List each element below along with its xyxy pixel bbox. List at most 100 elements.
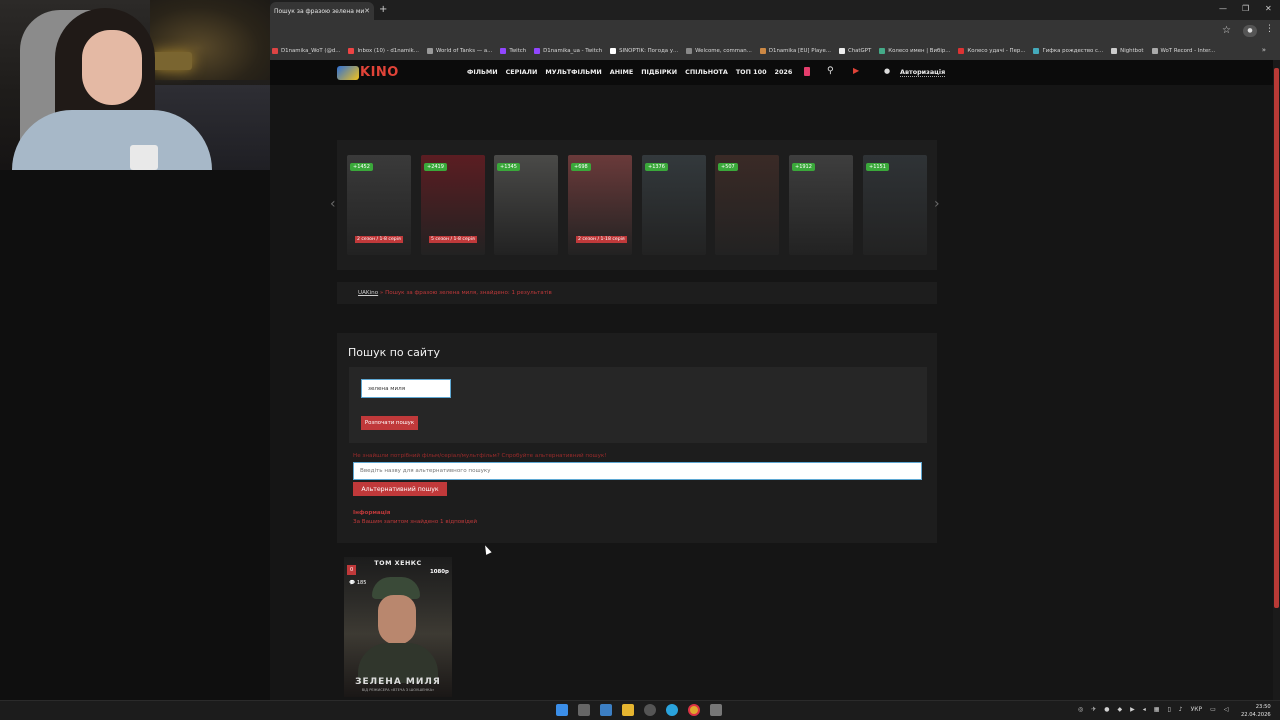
bookmark-item[interactable]: ChatGPT [838, 48, 871, 54]
bookmark-favicon-icon [1111, 48, 1118, 54]
comment-icon: 💬 [349, 580, 356, 586]
bookmark-item[interactable]: D1namika_WoT (@d... [272, 48, 340, 54]
game-app-icon[interactable] [710, 704, 722, 716]
tray-app-icon[interactable]: ◎ [1078, 706, 1083, 713]
nav-item-2026[interactable]: 2026 [775, 68, 793, 76]
widgets-icon[interactable] [600, 704, 612, 716]
bookmark-favicon-icon [534, 48, 541, 54]
search-input[interactable] [361, 379, 451, 398]
bookmark-item[interactable]: D1namika [EU] Playe... [759, 48, 831, 54]
tray-app-icon[interactable]: ● [1104, 706, 1109, 713]
nav-item-community[interactable]: СПІЛЬНОТА [685, 68, 728, 76]
tab-close-icon[interactable]: ✕ [364, 7, 370, 15]
poster-count-badge: +2419 [424, 163, 447, 171]
usb-icon[interactable]: ▯ [1167, 706, 1170, 713]
slider-poster[interactable]: +2419 5 сезон / 1-8 серія [421, 155, 485, 255]
start-icon[interactable] [556, 704, 568, 716]
site-logo[interactable]: KINO [337, 65, 399, 80]
tray-app-icon[interactable]: ◆ [1118, 706, 1123, 713]
poster-actor: ТОМ ХЕНКС [374, 559, 422, 567]
comments-count: 💬 185 [349, 580, 367, 586]
poster-episode-badge: 2 сезон / 1-18 серія [576, 236, 627, 243]
poster-episode-badge: 2 сезон / 1-8 серія [355, 236, 403, 243]
bookmark-item[interactable]: Колесо удачі - Пер... [958, 48, 1025, 54]
slider-poster[interactable]: +1376 [642, 155, 706, 255]
volume-icon[interactable]: ◁ [1224, 706, 1229, 713]
page-scrollbar[interactable] [1273, 60, 1280, 700]
user-icon: ● [884, 67, 891, 75]
browser-menu-icon[interactable]: ⋮ [1265, 24, 1274, 34]
bookmark-favicon-icon [1151, 48, 1158, 54]
slider-next-icon[interactable]: › [934, 196, 940, 212]
task-view-icon[interactable] [578, 704, 590, 716]
telegram-icon[interactable] [666, 704, 678, 716]
bookmark-favicon-icon [838, 48, 845, 54]
bookmark-item[interactable]: WoT Record - Inter... [1151, 48, 1215, 54]
bookmark-favicon-icon [958, 48, 965, 54]
alt-search-button[interactable]: Альтернативний пошук [353, 482, 447, 496]
slider-poster[interactable]: +507 [715, 155, 779, 255]
profile-avatar[interactable]: ● [1243, 25, 1257, 37]
slider-poster[interactable]: +1345 [494, 155, 558, 255]
minimize-icon[interactable]: — [1219, 4, 1227, 13]
bookmark-item[interactable]: Inbox (10) - d1namik... [348, 48, 419, 54]
slider-poster[interactable]: +1452 2 сезон / 1-8 серія [347, 155, 411, 255]
system-tray: ◎ ✈ ● ◆ ▶ ◂ ▦ ▯ ♪ УКР ▭ ◁ [1078, 706, 1236, 713]
nav-item-top100[interactable]: ТОП 100 [736, 68, 767, 76]
bookmark-item[interactable]: Колесо имен | Вибір... [879, 48, 950, 54]
steam-icon[interactable] [644, 704, 656, 716]
bookmark-item[interactable]: Twitch [500, 48, 526, 54]
address-bar[interactable]: ☆ ● ⋮ [270, 20, 1280, 42]
bookmarks-overflow-icon[interactable]: » [1262, 46, 1266, 54]
gift-icon[interactable] [804, 67, 810, 76]
tray-app-icon[interactable]: ▦ [1154, 706, 1160, 713]
network-icon[interactable]: ▭ [1210, 706, 1216, 713]
bookmark-favicon-icon [426, 48, 433, 54]
slider-poster[interactable]: +1912 [789, 155, 853, 255]
breadcrumb-home-link[interactable]: UAKino [358, 290, 378, 296]
tab-title: Пошук за фразою зелена миля [274, 7, 365, 15]
browser-titlebar [270, 0, 1280, 20]
slider-prev-icon[interactable]: ‹ [330, 196, 336, 212]
slider-poster[interactable]: +1151 [863, 155, 927, 255]
login-link[interactable]: Авторизація [900, 68, 946, 77]
file-explorer-icon[interactable] [622, 704, 634, 716]
info-text: За Вашим запитом знайдено 1 відповідей [353, 519, 477, 525]
alt-search-input[interactable] [353, 462, 922, 480]
maximize-icon[interactable]: ❐ [1242, 4, 1249, 13]
bookmark-favicon-icon [348, 48, 355, 54]
mic-icon[interactable]: ♪ [1179, 706, 1183, 713]
bookmark-item[interactable]: Welcome, comman... [686, 48, 752, 54]
browser-tab-active[interactable]: Пошук за фразою зелена миля ✕ [270, 2, 374, 20]
nav-item-anime[interactable]: АНІМЕ [610, 68, 633, 76]
tray-play-icon[interactable]: ▶ [1130, 706, 1135, 713]
window-close-icon[interactable]: ✕ [1265, 4, 1272, 13]
start-search-button[interactable]: Розпочати пошук [361, 416, 418, 430]
nav-item-cartoons[interactable]: МУЛЬТФІЛЬМИ [545, 68, 601, 76]
tray-telegram-icon[interactable]: ✈ [1091, 706, 1096, 713]
keyboard-layout[interactable]: УКР [1191, 706, 1203, 713]
scrollbar-thumb[interactable] [1274, 68, 1279, 608]
nav-item-series[interactable]: СЕРІАЛИ [506, 68, 538, 76]
result-poster[interactable]: ТОМ ХЕНКС 1080p 0 💬 185 ЗЕЛЕНА МИЛЯ ВІД … [344, 557, 452, 697]
bookmark-item[interactable]: D1namika_ua - Twitch [534, 48, 602, 54]
bookmark-item[interactable]: Nightbot [1111, 48, 1144, 54]
site-navbar: KINO ФІЛЬМИ СЕРІАЛИ МУЛЬТФІЛЬМИ АНІМЕ ПІ… [270, 60, 1273, 85]
clock[interactable]: 23:50 22.04.2026 [1241, 703, 1271, 719]
nav-item-films[interactable]: ФІЛЬМИ [467, 68, 498, 76]
nav-item-collections[interactable]: ПІДБІРКИ [641, 68, 677, 76]
webcam-person-face [82, 30, 142, 105]
play-icon[interactable]: ▶ [853, 66, 859, 75]
poster-slider: ‹ › +1452 2 сезон / 1-8 серія +2419 5 се… [330, 140, 940, 270]
search-icon[interactable]: ⚲ [827, 66, 834, 76]
new-tab-button[interactable]: + [379, 4, 387, 15]
chrome-icon[interactable] [688, 704, 700, 716]
bookmark-item[interactable]: World of Tanks — a... [426, 48, 492, 54]
slider-poster[interactable]: +698 2 сезон / 1-18 серія [568, 155, 632, 255]
windows-taskbar: ◎ ✈ ● ◆ ▶ ◂ ▦ ▯ ♪ УКР ▭ ◁ 23:50 22.04.20… [0, 700, 1280, 720]
bookmark-item[interactable]: Гифка рождество с... [1033, 48, 1103, 54]
tray-app-icon[interactable]: ◂ [1143, 706, 1146, 713]
bookmark-star-icon[interactable]: ☆ [1222, 25, 1231, 36]
bookmark-item[interactable]: SINOPTIK: Погода у... [610, 48, 678, 54]
poster-episode-badge: 5 сезон / 1-8 серія [429, 236, 477, 243]
